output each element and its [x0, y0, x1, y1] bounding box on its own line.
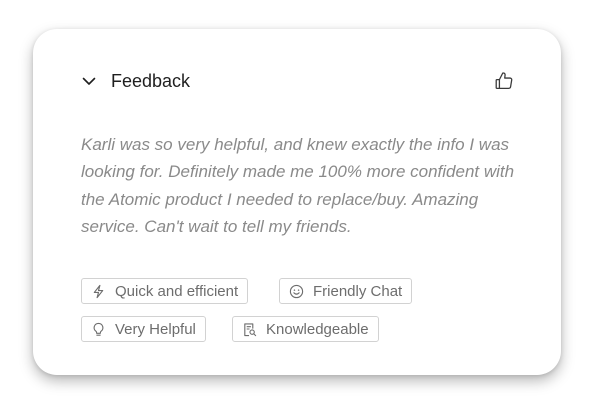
tag-label: Knowledgeable	[266, 320, 369, 338]
feedback-comment: Karli was so very helpful, and knew exac…	[81, 135, 515, 236]
chevron-down-icon[interactable]	[81, 73, 97, 89]
feedback-card: Feedback Karli was so very helpful, and …	[33, 29, 561, 375]
tag-very-helpful: Very Helpful	[81, 316, 206, 342]
tag-knowledgeable: Knowledgeable	[232, 316, 379, 342]
feedback-title: Feedback	[111, 71, 191, 91]
smiley-icon	[289, 284, 304, 298]
tag-label: Very Helpful	[115, 320, 196, 338]
tag-label: Friendly Chat	[313, 282, 403, 300]
lightbulb-icon	[93, 322, 104, 336]
thumbs-up-icon[interactable]	[493, 70, 515, 92]
tag-quick-and-efficient: Quick and efficient	[81, 278, 249, 304]
tag-label: Quick and efficient	[115, 282, 239, 300]
lightning-icon	[93, 284, 104, 298]
document-search-icon	[244, 322, 257, 336]
feedback-header: Feedback	[81, 69, 513, 93]
tag-friendly-chat: Friendly Chat	[279, 278, 413, 304]
